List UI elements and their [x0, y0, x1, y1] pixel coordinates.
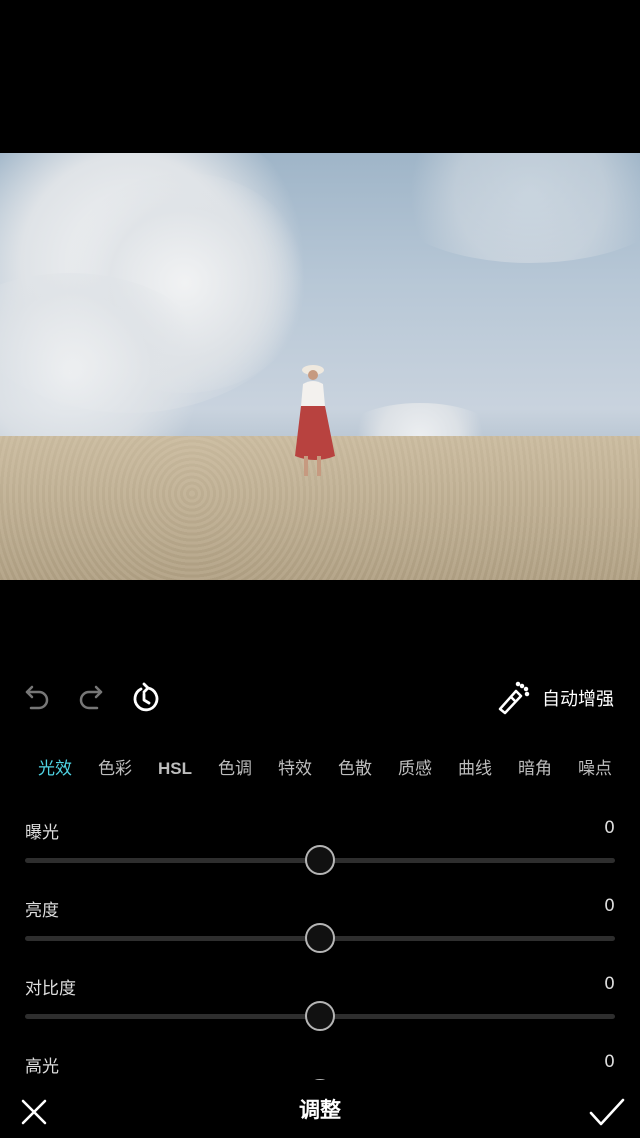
photo-preview	[0, 153, 640, 580]
history-icon	[133, 682, 159, 712]
adjustment-value: 0	[604, 818, 615, 838]
page-title: 调整	[299, 1098, 341, 1122]
magic-wand-icon	[498, 681, 530, 715]
tab-7[interactable]: 曲线	[458, 754, 492, 779]
tab-5[interactable]: 色散	[338, 754, 372, 779]
redo-button[interactable]	[70, 676, 110, 720]
tab-8[interactable]: 暗角	[518, 754, 552, 779]
adjustment-label: 高光	[25, 1057, 59, 1077]
tab-3[interactable]: 色调	[218, 754, 252, 779]
auto-enhance-button[interactable]: 自动增强	[496, 676, 614, 720]
adjustment-value: 0	[604, 896, 615, 916]
tab-0[interactable]: 光效	[38, 754, 72, 779]
adjust-tabs: 光效 色彩 HSL 色调 特效 色散 质感 曲线 暗角 噪点	[38, 754, 638, 779]
check-icon	[589, 1098, 625, 1126]
slider-thumb[interactable]	[305, 923, 335, 953]
slider-thumb[interactable]	[305, 1001, 335, 1031]
auto-enhance-label: 自动增强	[542, 689, 614, 710]
adjustment-label: 对比度	[25, 979, 76, 999]
tab-6[interactable]: 质感	[398, 754, 432, 779]
adjustment-label: 曝光	[25, 823, 59, 843]
adjustment-value: 0	[604, 974, 615, 994]
tab-1[interactable]: 色彩	[98, 754, 132, 779]
person-figure	[295, 365, 335, 476]
adjustment-label: 亮度	[25, 901, 59, 921]
bottom-bar: 调整	[0, 1080, 640, 1138]
confirm-button[interactable]	[588, 1096, 626, 1128]
edit-toolbar: 自动增强	[0, 676, 640, 720]
undo-button[interactable]	[18, 676, 58, 720]
tab-2[interactable]: HSL	[158, 759, 192, 779]
adjustment-value: 0	[604, 1052, 615, 1072]
undo-icon	[25, 685, 49, 710]
slider-thumb[interactable]	[305, 845, 335, 875]
redo-icon	[79, 685, 103, 710]
history-button[interactable]	[125, 676, 165, 720]
tab-4[interactable]: 特效	[278, 754, 312, 779]
tab-9[interactable]: 噪点	[578, 754, 612, 779]
